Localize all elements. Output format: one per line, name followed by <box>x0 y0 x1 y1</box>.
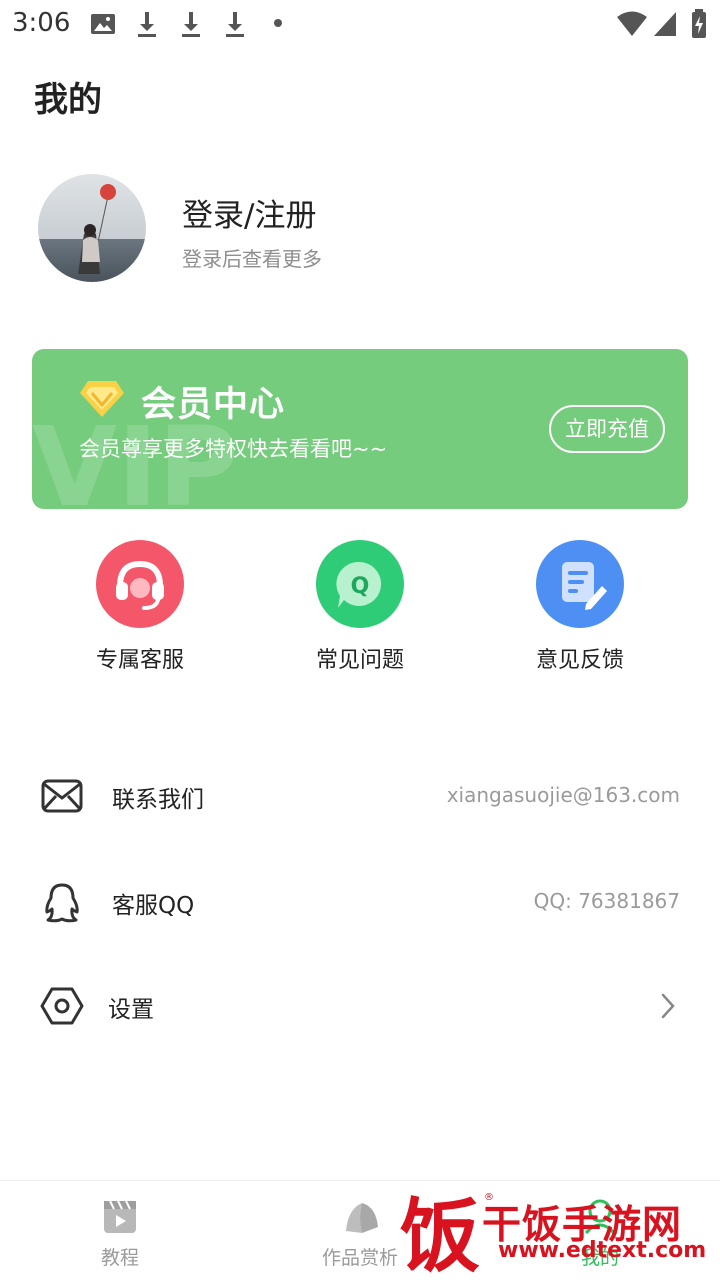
mail-icon <box>41 779 83 813</box>
vip-title: 会员中心 <box>141 385 286 425</box>
quick-entry-faq[interactable]: Q 常见问题 <box>270 540 450 674</box>
login-hint: 登录后查看更多 <box>182 247 322 271</box>
qq-number: QQ: 76381867 <box>533 889 680 913</box>
nav-tab-tutorials[interactable]: 教程 <box>0 1181 240 1280</box>
quick-entry-customer-service[interactable]: 专属客服 <box>50 540 230 674</box>
headset-icon <box>96 540 184 628</box>
settings-row[interactable]: 设置 <box>0 976 720 1036</box>
status-bar: 3:06 <box>0 0 720 50</box>
watermark-url: www.edtext.com <box>498 1238 707 1263</box>
chevron-right-icon <box>661 993 675 1019</box>
settings-label: 设置 <box>108 997 154 1023</box>
quick-entry-label: 专属客服 <box>95 648 184 673</box>
qq-icon <box>45 883 79 923</box>
download-icon <box>138 12 156 37</box>
settings-hexagon-icon <box>40 987 84 1025</box>
more-notifications-dot-icon <box>274 19 282 27</box>
quick-entry-feedback[interactable]: 意见反馈 <box>490 540 670 674</box>
download-icon <box>226 12 244 37</box>
quick-entry-label: 意见反馈 <box>535 648 624 673</box>
contact-us-row[interactable]: 联系我们 xiangasuojie@163.com <box>0 766 720 826</box>
cell-signal-icon <box>654 12 676 36</box>
wifi-icon <box>617 11 647 36</box>
login-register-link[interactable]: 登录/注册 <box>182 190 316 235</box>
recharge-button[interactable]: 立即充值 <box>549 405 665 453</box>
watermark-logo-icon: 饭 <box>399 1189 482 1277</box>
note-pencil-icon <box>536 540 624 628</box>
diamond-icon <box>80 381 124 417</box>
customer-qq-row[interactable]: 客服QQ QQ: 76381867 <box>0 872 720 932</box>
svg-text:Q: Q <box>351 574 370 599</box>
book-icon <box>346 1203 378 1233</box>
contact-email: xiangasuojie@163.com <box>446 783 680 807</box>
status-time: 3:06 <box>12 8 71 38</box>
question-bubble-icon: Q <box>316 540 404 628</box>
vip-description: 会员尊享更多特权快去看看吧~~ <box>79 437 388 461</box>
image-notification-icon <box>91 14 115 34</box>
battery-charging-icon <box>692 9 706 38</box>
quick-entry-label: 常见问题 <box>315 648 404 673</box>
page-title: 我的 <box>34 80 102 120</box>
customer-qq-label: 客服QQ <box>112 893 195 919</box>
video-clapper-icon <box>104 1200 136 1233</box>
contact-us-label: 联系我们 <box>112 787 204 813</box>
avatar[interactable] <box>38 174 146 282</box>
nav-label: 教程 <box>100 1247 139 1269</box>
download-icon <box>182 12 200 37</box>
watermark-logo-char: 饭 <box>400 1190 480 1276</box>
vip-center-card[interactable]: VIP 会员中心 会员尊享更多特权快去看看吧~~ 立即充值 <box>32 349 688 509</box>
site-watermark: 饭 ® 干饭手游网 www.edtext.com <box>398 1186 708 1277</box>
